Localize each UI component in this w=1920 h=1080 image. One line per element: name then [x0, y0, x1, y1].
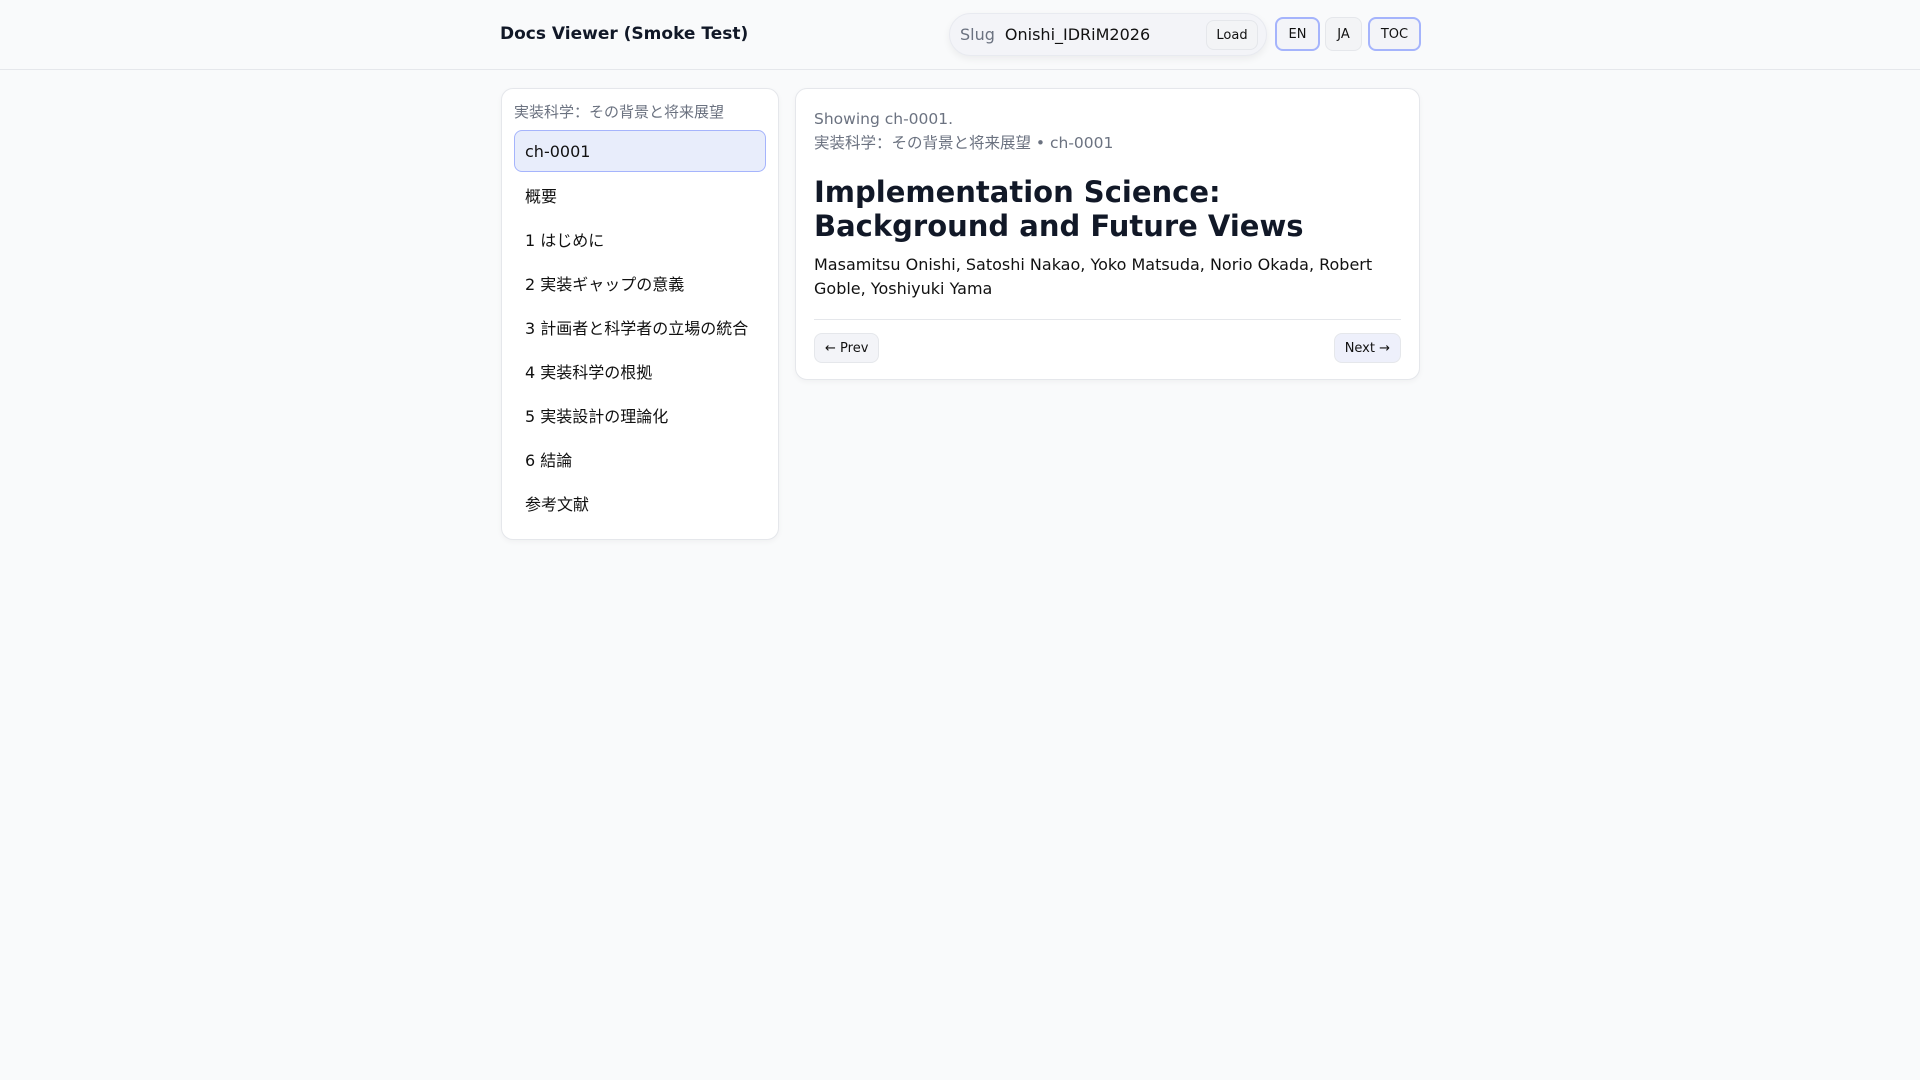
toc-item[interactable]: 1 はじめに — [514, 218, 766, 260]
load-button[interactable]: Load — [1206, 20, 1258, 50]
top-bar: Docs Viewer (Smoke Test) Slug Load EN JA… — [0, 0, 1920, 70]
toc-title: 実装科学：その背景と将来展望 — [514, 103, 725, 121]
app-title: Docs Viewer (Smoke Test) — [500, 24, 749, 44]
toc-item[interactable]: 6 結論 — [514, 438, 766, 480]
divider — [814, 319, 1401, 320]
toc-item[interactable]: ch-0001 — [514, 130, 766, 172]
authors: Masamitsu Onishi, Satoshi Nakao, Yoko Ma… — [814, 255, 1373, 298]
slug-input[interactable] — [1004, 25, 1205, 44]
next-button[interactable]: Next → — [1333, 333, 1401, 363]
slug-form: Slug Load — [949, 13, 1267, 56]
doc-title: Implementation Science: Background and F… — [814, 175, 1304, 243]
toc-item[interactable]: 4 実装科学の根拠 — [514, 350, 766, 392]
toc-item[interactable]: 3 計画者と科学者の立場の統合 — [514, 306, 766, 348]
toc-button[interactable]: TOC — [1368, 17, 1421, 51]
pager: ← Prev Next → — [814, 333, 1401, 363]
lang-ja-button[interactable]: JA — [1325, 17, 1362, 51]
slug-label: Slug — [960, 25, 995, 44]
breadcrumb: 実装科学：その背景と将来展望 • ch-0001 — [814, 134, 1114, 152]
toc-item[interactable]: 2 実装ギャップの意義 — [514, 262, 766, 304]
content-card: Showing ch-0001. 実装科学：その背景と将来展望 • ch-000… — [795, 88, 1420, 380]
toc-item[interactable]: 5 実装設計の理論化 — [514, 394, 766, 436]
status-text: Showing ch-0001. — [814, 110, 954, 128]
prev-button[interactable]: ← Prev — [814, 333, 880, 363]
toc-item[interactable]: 概要 — [514, 174, 766, 216]
toc-sidebar: 実装科学：その背景と将来展望 ch-0001 概要 1 はじめに 2 実装ギャッ… — [501, 88, 779, 540]
toc-item[interactable]: 参考文献 — [514, 482, 766, 524]
lang-en-button[interactable]: EN — [1275, 17, 1320, 51]
